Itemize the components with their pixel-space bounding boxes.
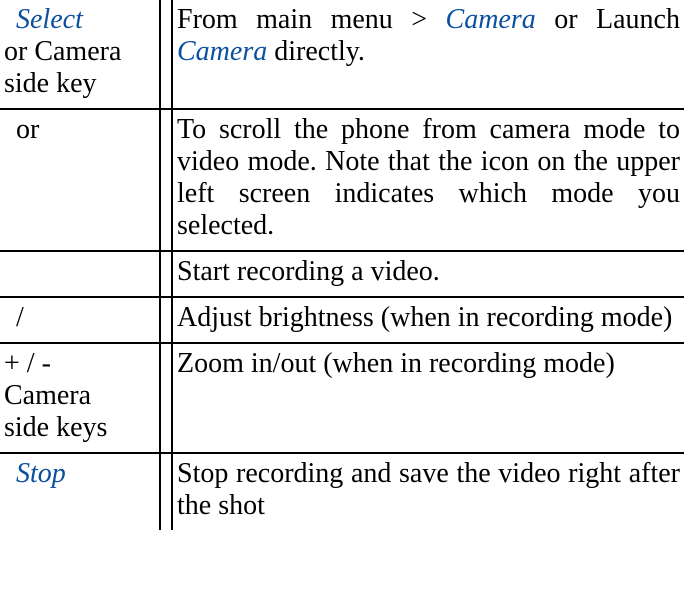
desc-text: From main menu > <box>177 4 446 35</box>
desc-text: Stop recording and save the video right … <box>177 458 680 521</box>
key-text: / <box>16 302 24 333</box>
key-cell: / <box>0 297 160 343</box>
table-row: or To scroll the phone from camera mode … <box>0 109 684 251</box>
table-row: Select or Camera side key From main menu… <box>0 0 684 109</box>
key-cell: or <box>0 109 160 251</box>
column-divider <box>160 297 172 343</box>
key-text-line: side keys <box>4 412 107 443</box>
description-cell: Zoom in/out (when in recording mode) <box>172 343 684 453</box>
key-cell: + / - Camera side keys <box>0 343 160 453</box>
desc-text: Zoom in/out (when in recording mode) <box>177 348 615 379</box>
description-cell: To scroll the phone from camera mode to … <box>172 109 684 251</box>
description-cell: Stop recording and save the video right … <box>172 453 684 530</box>
menu-item: Camera <box>177 36 267 67</box>
column-divider <box>160 251 172 297</box>
desc-text: To scroll the phone from camera mode to … <box>177 114 680 241</box>
softkey-label: Select <box>16 4 83 35</box>
description-cell: Start recording a video. <box>172 251 684 297</box>
column-divider <box>160 453 172 530</box>
table-row: / Adjust brightness (when in recording m… <box>0 297 684 343</box>
table-row: + / - Camera side keys Zoom in/out (when… <box>0 343 684 453</box>
description-cell: Adjust brightness (when in recording mod… <box>172 297 684 343</box>
key-text-line: or Camera <box>4 36 121 67</box>
instruction-table: Select or Camera side key From main menu… <box>0 0 684 530</box>
key-cell: Stop <box>0 453 160 530</box>
desc-text: Adjust brightness (when in recording mod… <box>177 302 672 333</box>
key-text-line: side key <box>4 68 97 99</box>
key-cell: Select or Camera side key <box>0 0 160 109</box>
key-cell <box>0 251 160 297</box>
table-row: Stop Stop recording and save the video r… <box>0 453 684 530</box>
column-divider <box>160 343 172 453</box>
column-divider <box>160 109 172 251</box>
desc-text: Start recording a video. <box>177 256 440 287</box>
table-row: Start recording a video. <box>0 251 684 297</box>
desc-text: or Launch <box>536 4 680 35</box>
description-cell: From main menu > Camera or Launch Camera… <box>172 0 684 109</box>
desc-text: directly. <box>267 36 365 67</box>
softkey-label: Stop <box>16 458 66 489</box>
column-divider <box>160 0 172 109</box>
menu-item: Camera <box>446 4 536 35</box>
key-text-line: Camera <box>4 380 91 411</box>
key-text-line: + / - <box>4 348 51 379</box>
key-text: or <box>16 114 39 145</box>
